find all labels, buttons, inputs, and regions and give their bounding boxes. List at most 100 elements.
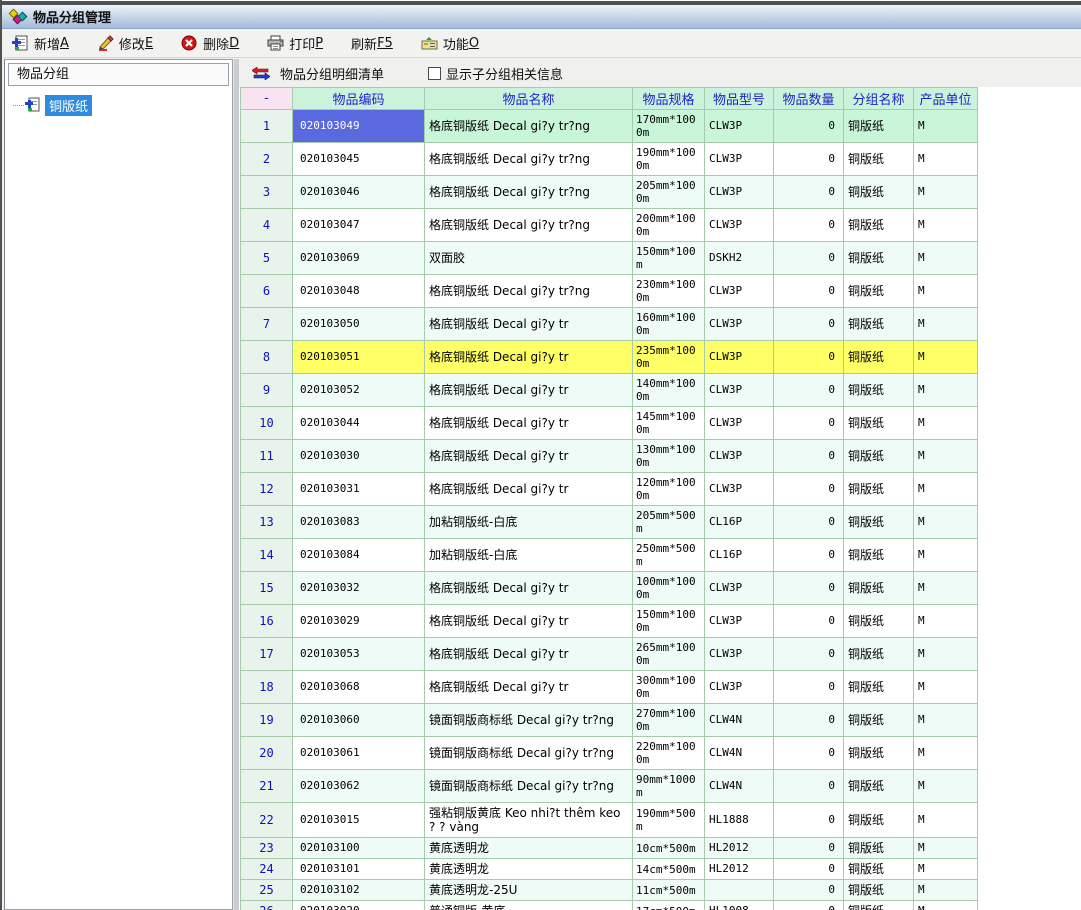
product-unit-cell[interactable]: M (914, 880, 978, 901)
edit-button[interactable]: 修改E (97, 34, 153, 53)
item-model-cell[interactable]: CLW3P (705, 572, 774, 605)
group-name-cell[interactable]: 铜版纸 (844, 859, 914, 880)
table-row[interactable]: 1020103049格底铜版纸 Decal gi?y tr?ng170mm*10… (241, 110, 978, 143)
table-row[interactable]: 5020103069双面胶150mm*100mDSKH20铜版纸M (241, 242, 978, 275)
table-row[interactable]: 12020103031格底铜版纸 Decal gi?y tr120mm*1000… (241, 473, 978, 506)
table-row[interactable]: 22020103015强粘铜版黄底 Keo nhi?t thêm keo ? ?… (241, 803, 978, 838)
group-name-cell[interactable]: 铜版纸 (844, 440, 914, 473)
col-header-item-qty[interactable]: 物品数量 (774, 88, 844, 110)
item-spec-cell[interactable]: 205mm*1000m (633, 176, 705, 209)
item-model-cell[interactable] (705, 880, 774, 901)
item-name-cell[interactable]: 格底铜版纸 Decal gi?y tr (425, 374, 633, 407)
item-model-cell[interactable]: CLW3P (705, 341, 774, 374)
group-name-cell[interactable]: 铜版纸 (844, 275, 914, 308)
group-name-cell[interactable]: 铜版纸 (844, 341, 914, 374)
item-qty-cell[interactable]: 0 (774, 671, 844, 704)
item-qty-cell[interactable]: 0 (774, 110, 844, 143)
item-model-cell[interactable]: CLW3P (705, 308, 774, 341)
row-number-cell[interactable]: 22 (241, 803, 293, 838)
product-unit-cell[interactable]: M (914, 605, 978, 638)
item-name-cell[interactable]: 格底铜版纸 Decal gi?y tr (425, 440, 633, 473)
product-unit-cell[interactable]: M (914, 407, 978, 440)
table-row[interactable]: 11020103030格底铜版纸 Decal gi?y tr130mm*1000… (241, 440, 978, 473)
item-spec-cell[interactable]: 150mm*1000m (633, 605, 705, 638)
new-button[interactable]: 新增A (12, 34, 69, 53)
item-code-cell[interactable]: 020103084 (293, 539, 425, 572)
product-unit-cell[interactable]: M (914, 341, 978, 374)
item-qty-cell[interactable]: 0 (774, 572, 844, 605)
group-name-cell[interactable]: 铜版纸 (844, 572, 914, 605)
row-number-cell[interactable]: 11 (241, 440, 293, 473)
product-unit-cell[interactable]: M (914, 275, 978, 308)
row-number-cell[interactable]: 21 (241, 770, 293, 803)
item-name-cell[interactable]: 格底铜版纸 Decal gi?y tr (425, 341, 633, 374)
col-header-item-spec[interactable]: 物品规格 (633, 88, 705, 110)
item-qty-cell[interactable]: 0 (774, 176, 844, 209)
product-unit-cell[interactable]: M (914, 308, 978, 341)
table-row[interactable]: 25020103102黄底透明龙-25U11cm*500m0铜版纸M (241, 880, 978, 901)
table-row[interactable]: 16020103029格底铜版纸 Decal gi?y tr150mm*1000… (241, 605, 978, 638)
item-code-cell[interactable]: 020103020 (293, 901, 425, 910)
item-name-cell[interactable]: 格底铜版纸 Decal gi?y tr (425, 638, 633, 671)
item-code-cell[interactable]: 020103051 (293, 341, 425, 374)
item-qty-cell[interactable]: 0 (774, 209, 844, 242)
item-model-cell[interactable]: CLW4N (705, 704, 774, 737)
item-code-cell[interactable]: 020103069 (293, 242, 425, 275)
item-spec-cell[interactable]: 205mm*500m (633, 506, 705, 539)
product-unit-cell[interactable]: M (914, 374, 978, 407)
item-model-cell[interactable]: CLW3P (705, 473, 774, 506)
group-name-cell[interactable]: 铜版纸 (844, 308, 914, 341)
item-spec-cell[interactable]: 14cm*500m (633, 859, 705, 880)
item-qty-cell[interactable]: 0 (774, 374, 844, 407)
group-name-cell[interactable]: 铜版纸 (844, 110, 914, 143)
item-name-cell[interactable]: 黄底透明龙 (425, 838, 633, 859)
item-model-cell[interactable]: CLW3P (705, 209, 774, 242)
group-name-cell[interactable]: 铜版纸 (844, 770, 914, 803)
item-name-cell[interactable]: 加粘铜版纸-白底 (425, 506, 633, 539)
item-name-cell[interactable]: 双面胶 (425, 242, 633, 275)
item-spec-cell[interactable]: 140mm*1000m (633, 374, 705, 407)
col-header-index[interactable]: - (241, 88, 293, 110)
row-number-cell[interactable]: 12 (241, 473, 293, 506)
item-code-cell[interactable]: 020103045 (293, 143, 425, 176)
col-header-product-unit[interactable]: 产品单位 (914, 88, 978, 110)
item-spec-cell[interactable]: 265mm*1000m (633, 638, 705, 671)
item-model-cell[interactable]: HL2012 (705, 838, 774, 859)
group-name-cell[interactable]: 铜版纸 (844, 605, 914, 638)
product-unit-cell[interactable]: M (914, 176, 978, 209)
item-model-cell[interactable]: CLW3P (705, 143, 774, 176)
item-spec-cell[interactable]: 11cm*500m (633, 880, 705, 901)
item-model-cell[interactable]: CLW3P (705, 440, 774, 473)
group-name-cell[interactable]: 铜版纸 (844, 407, 914, 440)
table-row[interactable]: 15020103032格底铜版纸 Decal gi?y tr100mm*1000… (241, 572, 978, 605)
group-name-cell[interactable]: 铜版纸 (844, 737, 914, 770)
item-qty-cell[interactable]: 0 (774, 539, 844, 572)
item-name-cell[interactable]: 格底铜版纸 Decal gi?y tr (425, 407, 633, 440)
row-number-cell[interactable]: 17 (241, 638, 293, 671)
item-code-cell[interactable]: 020103048 (293, 275, 425, 308)
row-number-cell[interactable]: 8 (241, 341, 293, 374)
item-qty-cell[interactable]: 0 (774, 308, 844, 341)
product-unit-cell[interactable]: M (914, 209, 978, 242)
item-code-cell[interactable]: 020103061 (293, 737, 425, 770)
print-button[interactable]: 打印P (267, 34, 323, 53)
item-qty-cell[interactable]: 0 (774, 275, 844, 308)
item-model-cell[interactable]: HL1008 (705, 901, 774, 910)
item-spec-cell[interactable]: 100mm*1000m (633, 572, 705, 605)
item-spec-cell[interactable]: 90mm*1000m (633, 770, 705, 803)
item-model-cell[interactable]: HL1888 (705, 803, 774, 838)
item-code-cell[interactable]: 020103046 (293, 176, 425, 209)
item-qty-cell[interactable]: 0 (774, 605, 844, 638)
item-name-cell[interactable]: 格底铜版纸 Decal gi?y tr?ng (425, 275, 633, 308)
product-unit-cell[interactable]: M (914, 704, 978, 737)
item-spec-cell[interactable]: 190mm*500m (633, 803, 705, 838)
item-spec-cell[interactable]: 150mm*100m (633, 242, 705, 275)
item-name-cell[interactable]: 格底铜版纸 Decal gi?y tr?ng (425, 209, 633, 242)
item-name-cell[interactable]: 黄底透明龙 (425, 859, 633, 880)
item-name-cell[interactable]: 格底铜版纸 Decal gi?y tr?ng (425, 143, 633, 176)
group-name-cell[interactable]: 铜版纸 (844, 880, 914, 901)
table-row[interactable]: 6020103048格底铜版纸 Decal gi?y tr?ng230mm*10… (241, 275, 978, 308)
item-spec-cell[interactable]: 17cm*500m (633, 901, 705, 910)
row-number-cell[interactable]: 24 (241, 859, 293, 880)
item-model-cell[interactable]: CLW3P (705, 374, 774, 407)
